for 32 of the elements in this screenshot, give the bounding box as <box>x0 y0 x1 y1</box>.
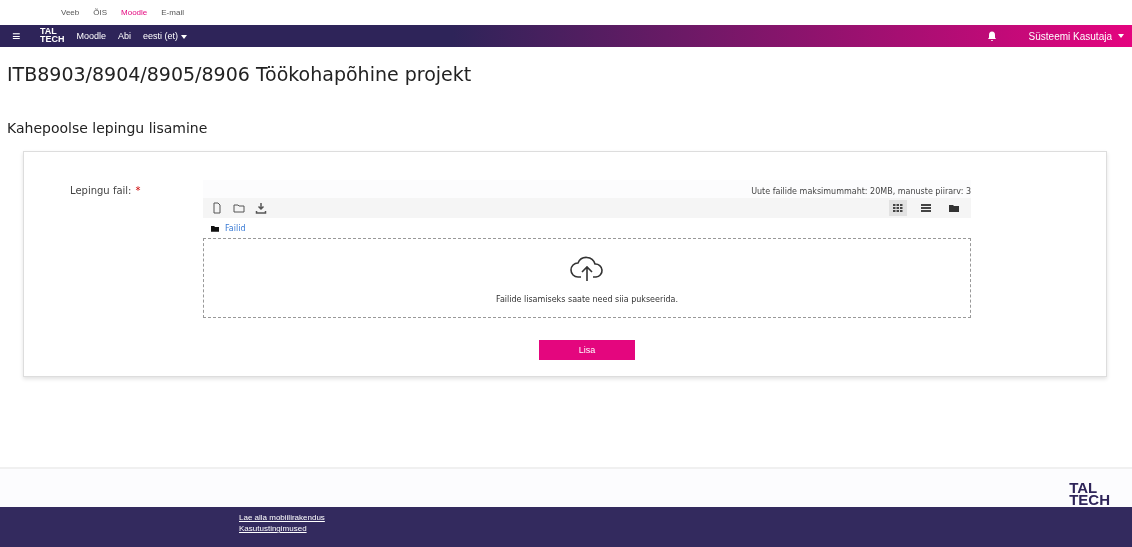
view-toggle[interactable] <box>889 200 907 216</box>
caret-icon <box>1118 34 1124 38</box>
footer-link[interactable]: Lae alla mobiilirakendus <box>239 513 325 522</box>
footer-logo: TAL TECH <box>1069 481 1110 507</box>
footer-link[interactable]: Kasutustingimused <box>239 524 307 533</box>
nav-link[interactable]: Moodle <box>76 31 107 41</box>
caret-icon <box>180 35 187 39</box>
list-icon <box>921 204 931 212</box>
nav-link[interactable]: Abi <box>118 31 132 41</box>
upload-limits: Uute failide maksimummaht: 20MB, manuste piirarv: 3 <box>751 187 971 196</box>
language-dropdown[interactable]: eesti (et) <box>143 31 187 41</box>
bell-icon <box>986 31 997 41</box>
page-title: ITB8903/8904/8905/8906 Töökohapõhine projekt <box>7 63 473 85</box>
field-label: Lepingu fail: * <box>70 185 141 196</box>
top-link[interactable]: Moodle <box>121 8 148 17</box>
menu-button[interactable]: ≡ <box>12 28 26 44</box>
drop-zone[interactable]: Failide lisamiseks saate need siia pukseerida. <box>203 238 971 318</box>
drop-hint: Failide lisamiseks saate need siia pukseerida. <box>496 294 678 304</box>
folder-icon <box>233 202 245 214</box>
section-title: Kahepoolse lepingu lisamine <box>7 120 209 136</box>
file-icon <box>211 202 223 214</box>
download-icon <box>255 202 267 214</box>
submit-button[interactable]: Lisa <box>539 340 635 360</box>
logo[interactable]: TAL TECH <box>40 28 65 44</box>
top-link[interactable]: Veeb <box>61 8 80 17</box>
grid-icon <box>893 204 903 212</box>
folder-icon <box>949 204 959 212</box>
top-link[interactable]: E-mail <box>161 8 184 17</box>
user-menu[interactable]: Süsteemi Kasutaja <box>1028 30 1124 42</box>
folder-link[interactable]: Failid <box>225 223 246 233</box>
folder-icon <box>211 224 219 232</box>
top-link[interactable]: ÕIS <box>93 8 108 17</box>
